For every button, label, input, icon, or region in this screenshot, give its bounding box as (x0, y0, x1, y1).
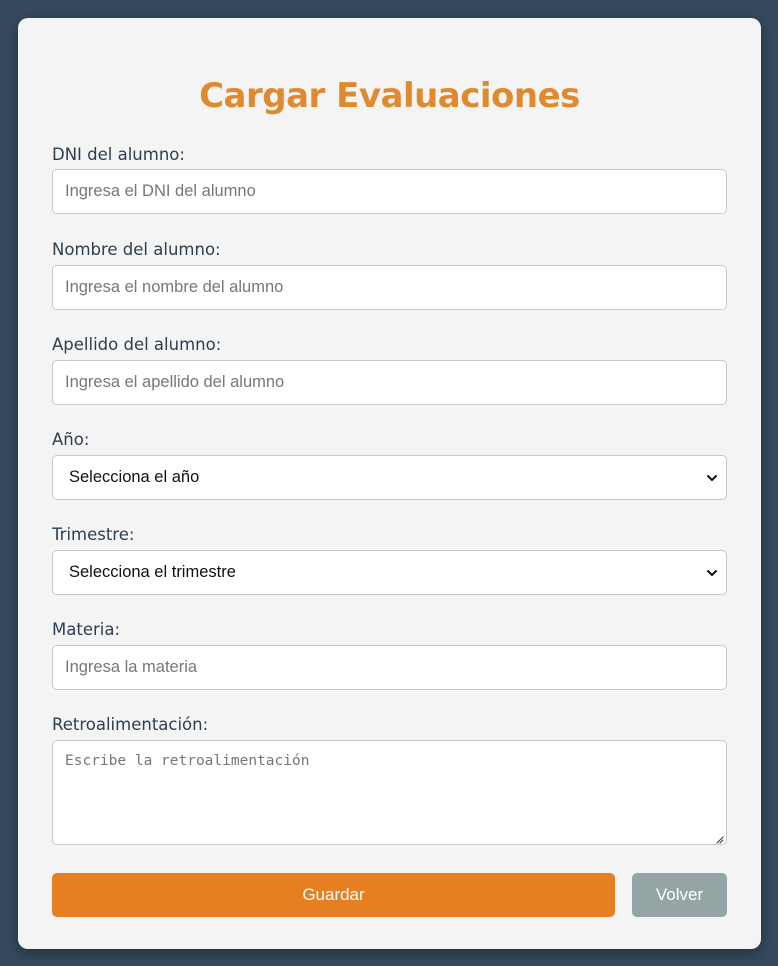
trimestre-select[interactable]: Selecciona el trimestre (52, 550, 727, 595)
apellido-field-group: Apellido del alumno: (52, 334, 727, 405)
dni-field-group: DNI del alumno: (52, 144, 727, 214)
trimestre-label: Trimestre: (52, 525, 135, 544)
apellido-input[interactable] (52, 360, 727, 405)
back-button[interactable]: Volver (632, 873, 727, 917)
chevron-down-icon (707, 569, 717, 576)
retroalimentacion-label: Retroalimentación: (52, 715, 209, 734)
chevron-down-icon (707, 474, 717, 481)
dni-label: DNI del alumno: (52, 145, 185, 164)
resize-grip-icon[interactable] (714, 834, 724, 844)
anio-field-group: Año: Selecciona el año (52, 429, 727, 500)
materia-label: Materia: (52, 620, 121, 639)
nombre-field-group: Nombre del alumno: (52, 239, 727, 310)
trimestre-select-value: Selecciona el trimestre (69, 563, 236, 581)
apellido-label: Apellido del alumno: (52, 335, 222, 354)
trimestre-field-group: Trimestre: Selecciona el trimestre (52, 524, 727, 595)
retroalimentacion-field-group: Retroalimentación: (52, 714, 727, 845)
anio-select[interactable]: Selecciona el año (52, 455, 727, 500)
evaluation-form-card: Cargar Evaluaciones DNI del alumno: Nomb… (18, 18, 761, 949)
nombre-input[interactable] (52, 265, 727, 310)
anio-select-value: Selecciona el año (69, 468, 200, 486)
materia-field-group: Materia: (52, 619, 727, 690)
save-button[interactable]: Guardar (52, 873, 615, 917)
dni-input[interactable] (52, 169, 727, 214)
page-title: Cargar Evaluaciones (199, 76, 580, 116)
materia-input[interactable] (52, 645, 727, 690)
nombre-label: Nombre del alumno: (52, 240, 221, 259)
retroalimentacion-textarea[interactable] (52, 740, 727, 845)
anio-label: Año: (52, 430, 90, 449)
